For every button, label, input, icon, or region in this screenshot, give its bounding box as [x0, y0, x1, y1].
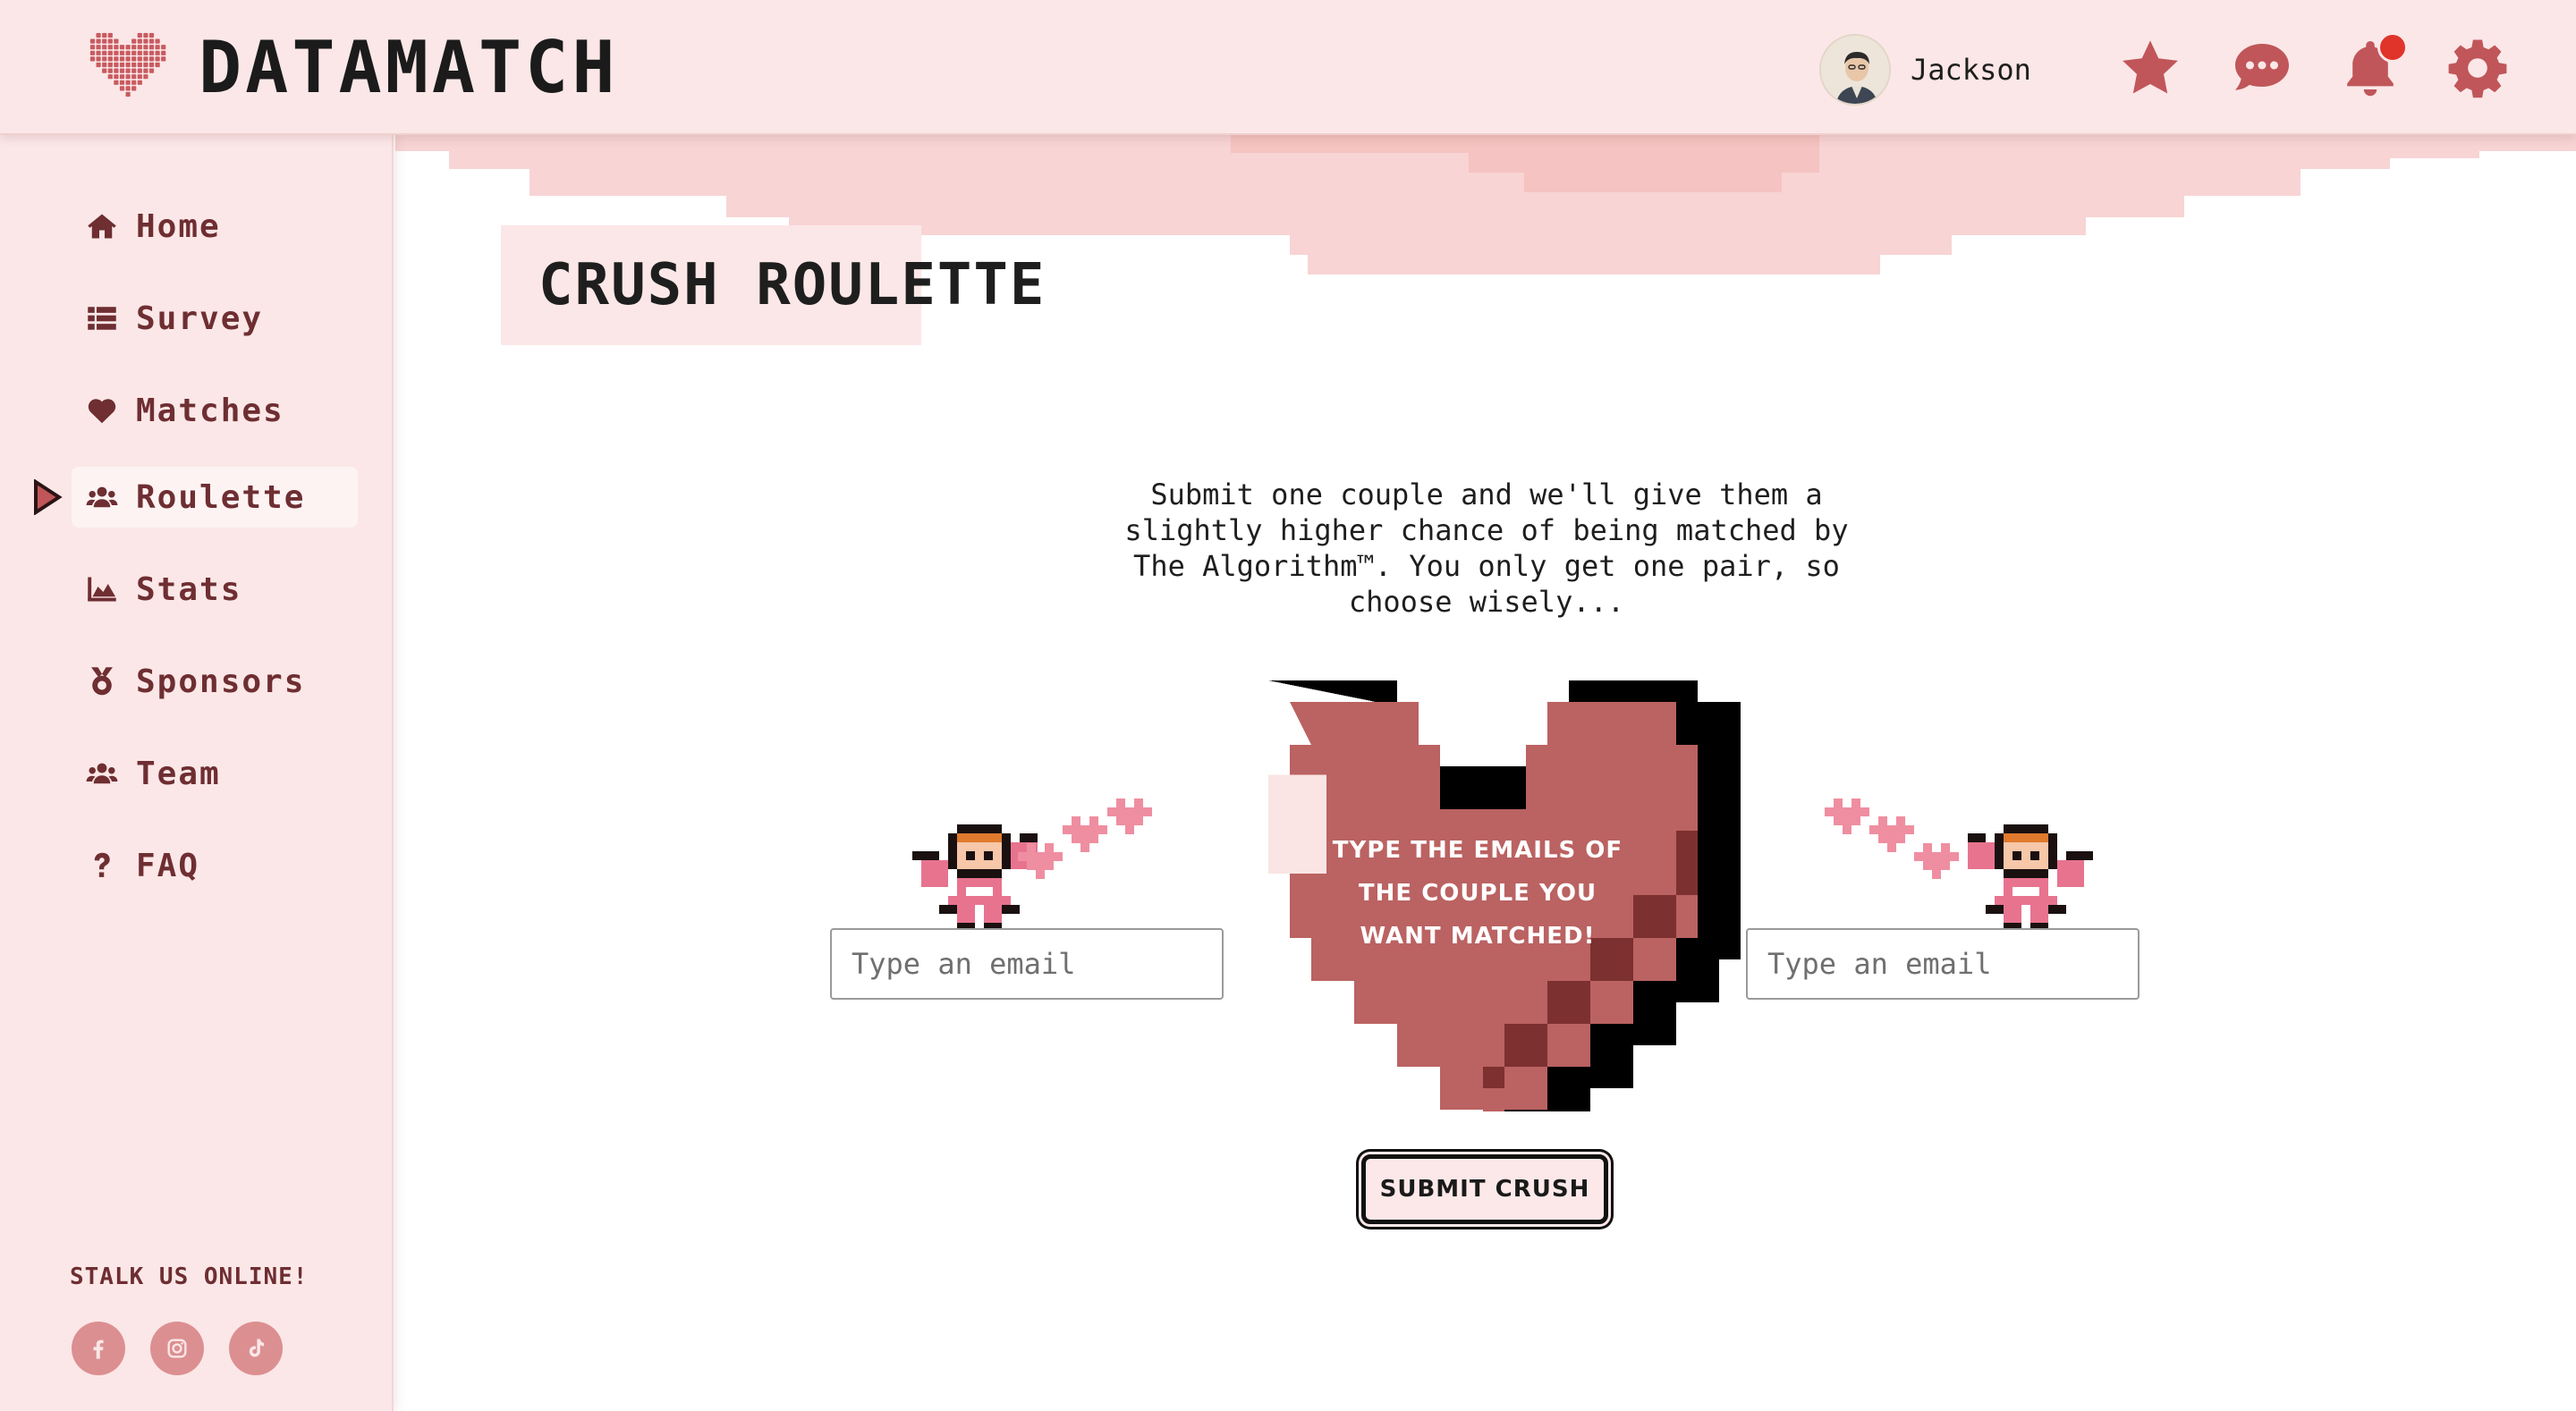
tiktok-icon[interactable] [229, 1322, 283, 1375]
sidebar-item-label: Survey [136, 300, 264, 337]
brand-title[interactable]: DATAMATCH [199, 30, 618, 106]
avatar-image [1821, 36, 1889, 104]
sidebar-item-stats[interactable]: Stats [72, 559, 358, 620]
home-icon [84, 208, 120, 244]
page-description: Submit one couple and we'll give them a … [1124, 477, 1849, 619]
email-input-right[interactable] [1746, 928, 2140, 1000]
page-title-box: CRUSH ROULETTE [501, 225, 1044, 345]
facebook-icon[interactable] [72, 1322, 125, 1375]
sidebar-item-sponsors[interactable]: Sponsors [72, 651, 358, 712]
medal-icon [84, 663, 120, 699]
sidebar-item-label: Sponsors [136, 663, 306, 700]
question-icon [84, 848, 120, 883]
sidebar-item-label: FAQ [136, 847, 200, 884]
logo-heart-icon[interactable] [89, 32, 168, 100]
avatar[interactable] [1819, 34, 1891, 106]
star-icon[interactable] [2118, 36, 2182, 100]
heart-icon [84, 393, 120, 428]
chat-icon[interactable] [2230, 36, 2294, 100]
user-profile[interactable]: Jackson [1819, 32, 2031, 107]
sidebar-item-label: Roulette [136, 478, 306, 516]
main-content: CRUSH ROULETTE Submit one couple and we'… [395, 135, 2576, 1411]
sidebar-item-label: Team [136, 755, 221, 792]
users-icon [84, 756, 120, 791]
cupid-right-icon [1968, 824, 2093, 932]
sidebar-item-home[interactable]: Home [72, 196, 358, 257]
chart-area-icon [84, 571, 120, 607]
list-icon [84, 300, 120, 336]
sidebar-item-matches[interactable]: Matches [72, 380, 358, 441]
sidebar: Home Survey Matches Roulette Stats Spons… [0, 135, 394, 1411]
active-indicator-arrow-icon [34, 479, 63, 515]
sidebar-item-label: Matches [136, 392, 284, 429]
sidebar-item-survey[interactable]: Survey [72, 288, 358, 349]
page-title: CRUSH ROULETTE [538, 252, 1046, 318]
mini-hearts-right-icon [1825, 798, 1959, 879]
notification-badge [2377, 32, 2408, 63]
social-section-title: STALK US ONLINE! [70, 1263, 309, 1290]
email-input-left[interactable] [830, 928, 1224, 1000]
instagram-icon[interactable] [150, 1322, 204, 1375]
sidebar-item-team[interactable]: Team [72, 743, 358, 804]
bell-icon[interactable] [2338, 32, 2408, 100]
sidebar-item-faq[interactable]: FAQ [72, 835, 358, 896]
heart-instruction-text: TYPE THE EMAILS OF THE COUPLE YOU WANT M… [1332, 837, 1623, 950]
sidebar-item-label: Stats [136, 570, 242, 608]
submit-crush-button[interactable]: SUBMIT CRUSH [1361, 1154, 1608, 1224]
sidebar-item-roulette[interactable]: Roulette [72, 467, 358, 528]
mini-hearts-left-icon [1018, 798, 1152, 879]
username: Jackson [1911, 53, 2031, 87]
users-icon [84, 479, 120, 515]
gear-icon[interactable] [2445, 36, 2510, 100]
sidebar-item-label: Home [136, 207, 221, 245]
top-bar: DATAMATCH Jackson [0, 0, 2576, 135]
